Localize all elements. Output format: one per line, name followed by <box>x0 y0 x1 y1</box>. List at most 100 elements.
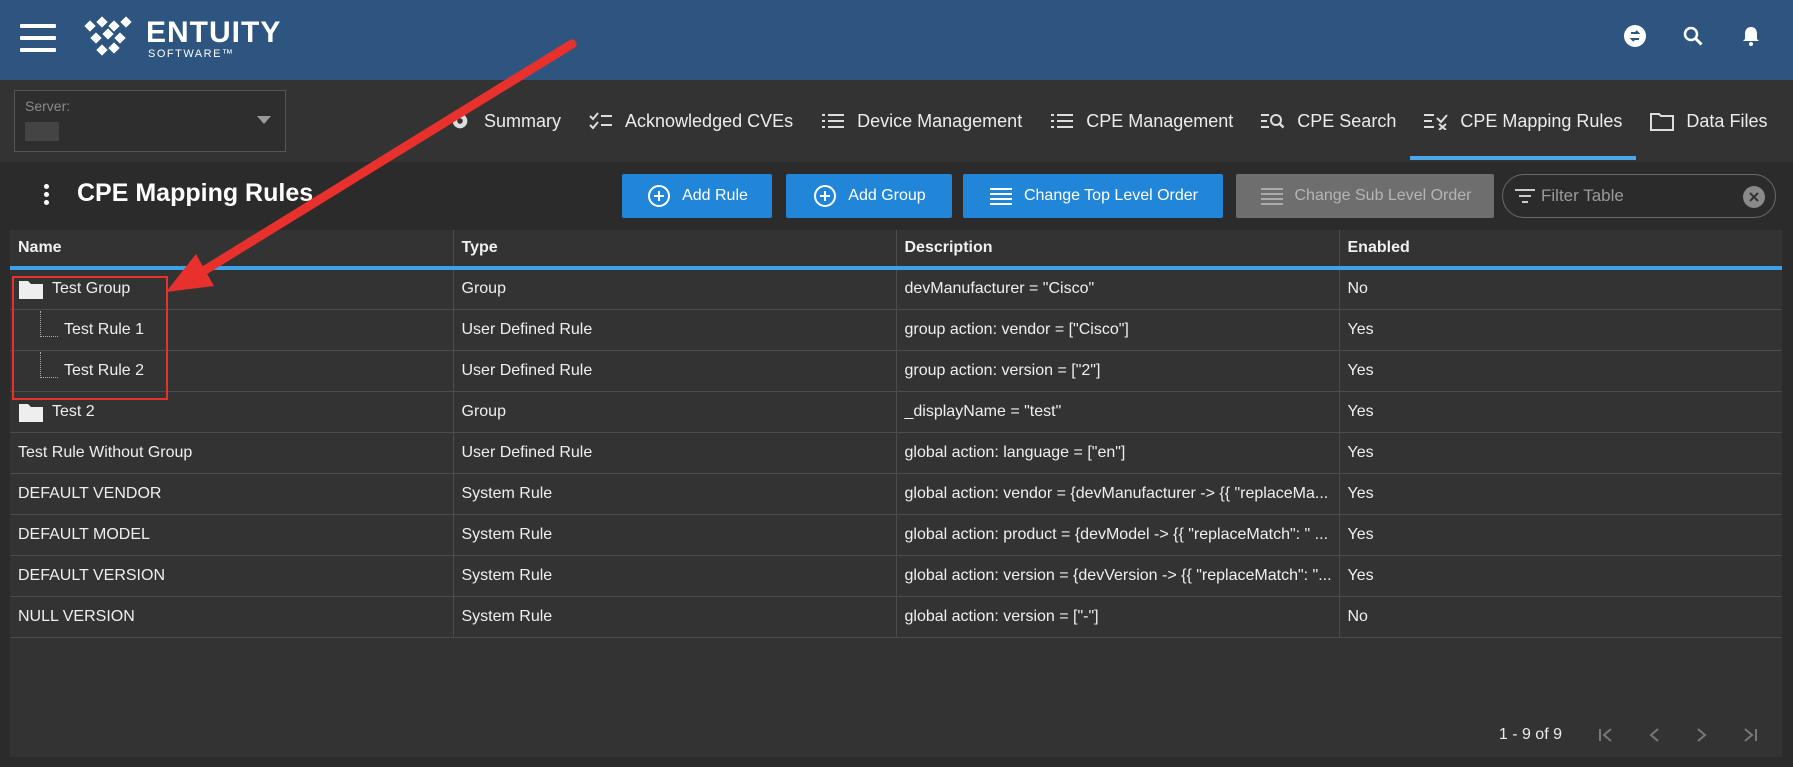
add-group-button[interactable]: Add Group <box>786 174 952 218</box>
cell-enabled: Yes <box>1339 514 1782 556</box>
logo-name: ENTUITY <box>146 16 282 49</box>
previous-page-icon[interactable] <box>1644 725 1664 745</box>
first-page-icon[interactable] <box>1596 725 1616 745</box>
cell-type: System Rule <box>453 473 897 515</box>
table-header-row: Name Type Description Enabled <box>10 230 1782 270</box>
change-sub-level-order-label: Change Sub Level Order <box>1294 187 1472 204</box>
cell-type: System Rule <box>453 514 897 556</box>
cell-type: Group <box>453 391 897 433</box>
table-row[interactable]: Test 2 Group _displayName = "test" Yes <box>10 391 1782 433</box>
cell-description: group action: version = ["2"] <box>896 350 1340 392</box>
reorder-icon <box>1259 183 1285 209</box>
filter-icon <box>1515 187 1535 210</box>
rule-name: DEFAULT MODEL <box>18 525 150 543</box>
add-group-label: Add Group <box>848 187 926 204</box>
cell-name: DEFAULT VERSION <box>10 555 454 597</box>
top-app-bar: ENTUITY SOFTWARE™ <box>0 0 1793 80</box>
list-icon <box>1050 109 1074 133</box>
reorder-icon <box>988 183 1014 209</box>
rule-name: DEFAULT VENDOR <box>18 484 162 502</box>
tab-device-management[interactable]: Device Management <box>807 80 1036 162</box>
table-row[interactable]: Test Group Group devManufacturer = "Cisco"… <box>10 268 1782 310</box>
cell-enabled: Yes <box>1339 473 1782 515</box>
list-icon <box>821 109 845 133</box>
cell-name: DEFAULT MODEL <box>10 514 454 556</box>
cell-enabled: Yes <box>1339 309 1782 351</box>
logo: ENTUITY SOFTWARE™ <box>82 14 281 64</box>
column-header-enabled[interactable]: Enabled <box>1339 230 1782 270</box>
rules-table: Name Type Description Enabled Test Group… <box>10 230 1782 757</box>
table-row[interactable]: Test Rule Without Group User Defined Rule… <box>10 432 1782 474</box>
tab-label: CPE Management <box>1086 110 1234 131</box>
logo-sub: SOFTWARE™ <box>148 48 235 60</box>
column-header-name[interactable]: Name <box>10 230 454 270</box>
page-title: CPE Mapping Rules <box>77 179 314 207</box>
column-header-type[interactable]: Type <box>453 230 897 270</box>
cell-description: global action: language = ["en"] <box>896 432 1340 474</box>
table-row[interactable]: DEFAULT VENDOR System Rule global action: … <box>10 473 1782 515</box>
table-row[interactable]: NULL VERSION System Rule global action: ve… <box>10 596 1782 638</box>
add-rule-button[interactable]: Add Rule <box>622 174 772 218</box>
change-top-level-order-label: Change Top Level Order <box>1023 187 1199 204</box>
change-top-level-order-button[interactable]: Change Top Level Order <box>963 174 1223 218</box>
tab-label: Data Files <box>1686 110 1768 131</box>
table-row[interactable]: Test Rule 2 User Defined Rule group action… <box>10 350 1782 392</box>
tab-bar: Summary Acknowledged CVEs Device Managem… <box>434 80 1781 162</box>
chevron-down-icon <box>257 116 271 124</box>
rule-name: Test 2 <box>52 402 95 420</box>
filter-table-input[interactable] <box>1541 185 1731 207</box>
cell-description: global action: version = ["-"] <box>896 596 1340 638</box>
checklist-icon <box>589 109 613 133</box>
cell-description: global action: version = {devVersion -> … <box>896 555 1340 597</box>
add-circle-icon <box>812 183 838 209</box>
cell-enabled: Yes <box>1339 555 1782 597</box>
cell-enabled: Yes <box>1339 350 1782 392</box>
table-row[interactable]: DEFAULT MODEL System Rule global action: p… <box>10 514 1782 556</box>
cell-type: User Defined Rule <box>453 432 897 474</box>
tab-acknowledged-cves[interactable]: Acknowledged CVEs <box>575 80 807 162</box>
folder-icon <box>19 403 43 422</box>
change-sub-level-order-button[interactable]: Change Sub Level Order <box>1236 174 1494 218</box>
next-page-icon[interactable] <box>1692 725 1712 745</box>
tab-cpe-mapping-rules[interactable]: CPE Mapping Rules <box>1410 80 1637 162</box>
cell-type: User Defined Rule <box>453 350 897 392</box>
last-page-icon[interactable] <box>1740 725 1760 745</box>
sync-icon[interactable] <box>1621 22 1649 50</box>
tab-data-files[interactable]: Data Files <box>1636 80 1781 162</box>
tab-label: Device Management <box>857 110 1023 131</box>
server-label: Server: <box>25 98 71 114</box>
server-select[interactable]: Server: <box>14 90 286 152</box>
search-icon[interactable] <box>1679 22 1707 50</box>
cell-type: User Defined Rule <box>453 309 897 351</box>
tab-cpe-search[interactable]: CPE Search <box>1247 80 1410 162</box>
rule-name: DEFAULT VERSION <box>18 566 165 584</box>
bell-icon[interactable] <box>1737 22 1765 50</box>
clear-icon[interactable] <box>1743 186 1765 208</box>
cell-name: Test Rule Without Group <box>10 432 454 474</box>
cell-type: System Rule <box>453 596 897 638</box>
cell-name: DEFAULT VENDOR <box>10 473 454 515</box>
more-vert-icon[interactable] <box>40 184 52 208</box>
tab-label: Acknowledged CVEs <box>625 110 794 131</box>
table-row[interactable]: Test Rule 1 User Defined Rule group action… <box>10 309 1782 351</box>
navigation-bar: Server: Summary Acknowledged CVEs Device… <box>0 80 1793 162</box>
server-value <box>25 122 59 141</box>
cell-description: global action: product = {devModel -> {{… <box>896 514 1340 556</box>
tab-cpe-management[interactable]: CPE Management <box>1036 80 1247 162</box>
rule-name: NULL VERSION <box>18 607 135 625</box>
cell-type: Group <box>453 268 897 310</box>
tab-summary[interactable]: Summary <box>434 80 575 162</box>
tab-label: CPE Mapping Rules <box>1460 110 1623 131</box>
menu-icon[interactable] <box>20 24 56 52</box>
cell-description: devManufacturer = "Cisco" <box>896 268 1340 310</box>
cell-name: NULL VERSION <box>10 596 454 638</box>
column-header-description[interactable]: Description <box>896 230 1340 270</box>
filter-table-field[interactable] <box>1502 174 1776 218</box>
table-row[interactable]: DEFAULT VERSION System Rule global action:… <box>10 555 1782 597</box>
cell-description: _displayName = "test" <box>896 391 1340 433</box>
add-circle-icon <box>646 183 672 209</box>
pagination-range: 1 - 9 of 9 <box>1498 726 1562 743</box>
tab-label: Summary <box>484 110 562 131</box>
cell-enabled: Yes <box>1339 391 1782 433</box>
toolbar: CPE Mapping Rules Add Rule Add Group Cha… <box>0 162 1793 230</box>
